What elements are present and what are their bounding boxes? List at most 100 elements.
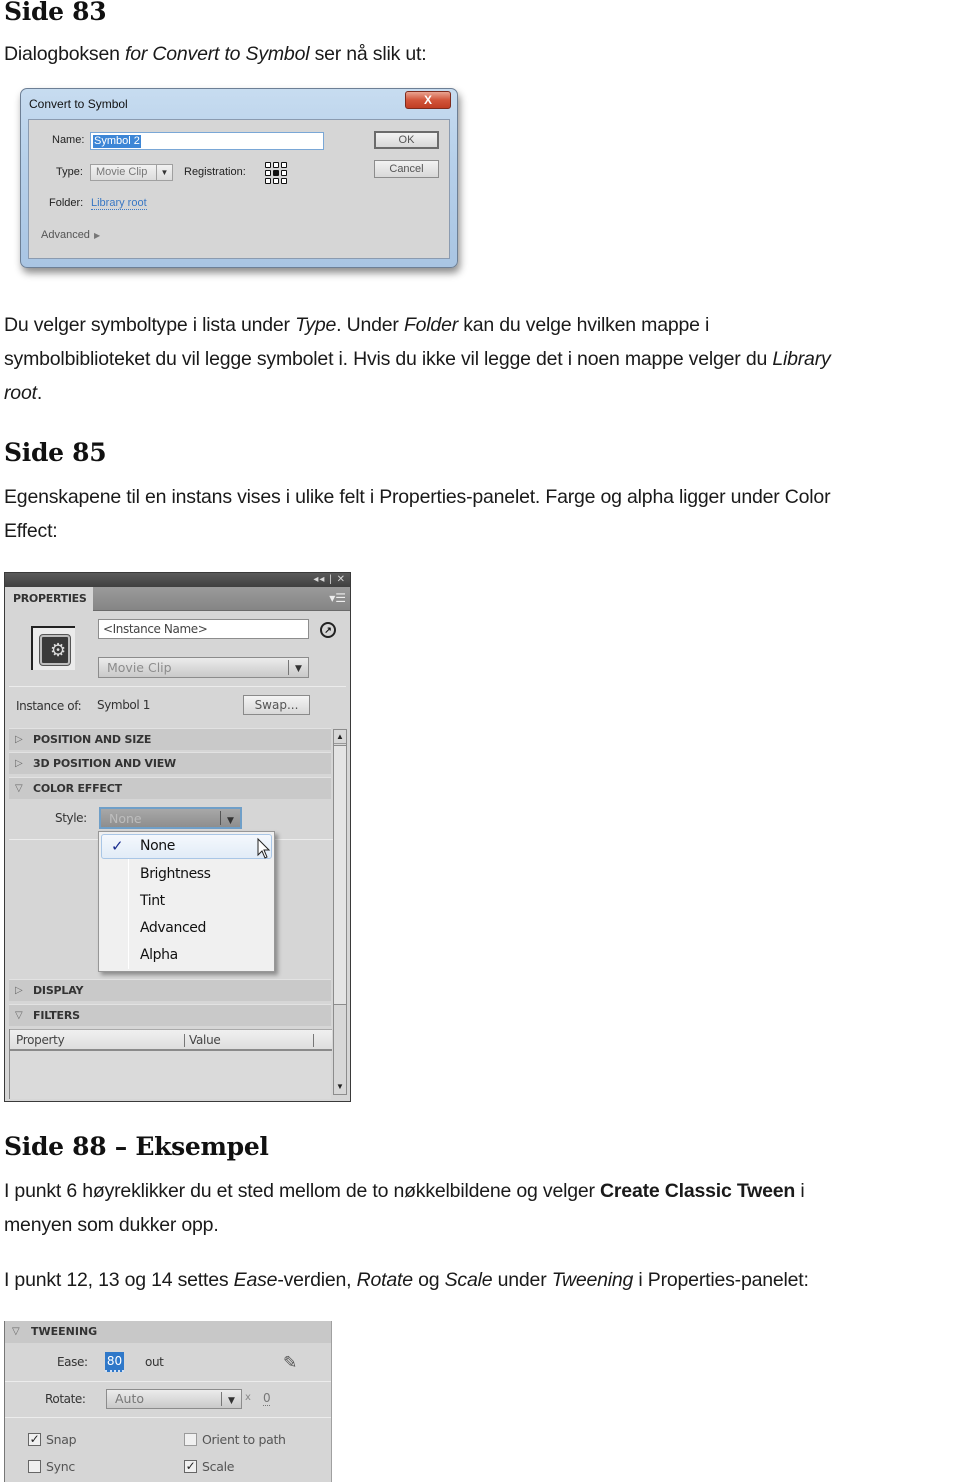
divider [9, 686, 346, 687]
scale-checkbox[interactable]: ✓ Scale [184, 1459, 234, 1474]
close-icon: X [423, 93, 432, 107]
registration-grid[interactable] [265, 162, 287, 184]
name-input[interactable]: Symbol 2 [90, 132, 324, 150]
emphasis: Folder [403, 314, 459, 336]
heading-side-85: Side 85 [4, 438, 107, 467]
text: I punkt 12, 13 og 14 settes [4, 1269, 234, 1291]
type-select[interactable]: Movie Clip ▼ [90, 164, 173, 181]
instance-of-label: Instance of: [16, 699, 82, 713]
text: Du velger symboltype i lista under [4, 314, 296, 336]
emphasis: for Convert to Symbol [124, 43, 310, 65]
swap-button[interactable]: Swap... [243, 695, 310, 715]
registration-point-bottom-left[interactable] [265, 178, 271, 184]
menu-item-label: Tint [140, 893, 165, 909]
advanced-toggle[interactable]: Advanced ▶ [41, 229, 100, 241]
emphasis: Type [295, 314, 337, 336]
registration-point-top-center[interactable] [273, 162, 279, 168]
line: root. [4, 376, 831, 410]
bold-text: Create Classic Tween [600, 1180, 796, 1202]
section-position-and-size[interactable]: ▷ POSITION AND SIZE [9, 728, 331, 750]
close-button[interactable]: X [405, 91, 451, 109]
ok-button[interactable]: OK [374, 131, 439, 149]
checkbox-unchecked-icon [184, 1433, 197, 1446]
section-tweening[interactable]: ▽ TWEENING [5, 1321, 331, 1343]
registration-point-bottom-right[interactable] [281, 178, 287, 184]
column-header-value[interactable]: Value [189, 1030, 221, 1050]
emphasis: Tweening [551, 1269, 634, 1291]
pencil-icon[interactable]: ✎ [283, 1353, 297, 1373]
emphasis: Rotate [356, 1269, 413, 1291]
scroll-up-arrow-icon[interactable]: ▲ [334, 730, 346, 744]
menu-item-brightness[interactable]: Brightness [101, 862, 272, 887]
menu-item-label: Brightness [140, 866, 211, 882]
dialog-body: Name: Symbol 2 Type: Movie Clip ▼ Registr… [28, 119, 450, 259]
section-filters[interactable]: ▽ FILTERS [9, 1004, 331, 1026]
chevron-down-icon: ▼ [221, 1392, 241, 1406]
section-color-effect[interactable]: ▽ COLOR EFFECT [9, 777, 331, 799]
line: Egenskapene til en instans vises i ulike… [4, 486, 831, 508]
type-value: Movie Clip [96, 166, 148, 178]
triangle-right-icon: ▷ [15, 985, 23, 996]
registration-point-bottom-center[interactable] [273, 178, 279, 184]
scroll-down-arrow-icon[interactable]: ▼ [334, 1080, 346, 1094]
column-separator[interactable] [313, 1034, 314, 1047]
style-dropdown-menu: ✓ None Brightness Tint Advanced Alpha [98, 831, 275, 972]
orient-to-path-checkbox[interactable]: Orient to path [184, 1432, 286, 1447]
menu-item-label: None [140, 838, 175, 854]
rotate-select[interactable]: Auto ▼ [106, 1389, 242, 1409]
checkbox-label: Scale [202, 1459, 235, 1474]
tweening-panel: ▽ TWEENING Ease: 80 out ✎ Rotate: Auto ▼ x… [4, 1321, 332, 1482]
menu-item-label: Alpha [140, 947, 178, 963]
registration-point-middle-right[interactable] [281, 170, 287, 176]
panel-tab-row: PROPERTIES ▾☰ [5, 587, 350, 612]
section-label: POSITION AND SIZE [33, 733, 152, 746]
column-header-property[interactable]: Property [16, 1030, 65, 1050]
triangle-down-icon: ▽ [15, 783, 23, 794]
column-separator[interactable] [184, 1034, 185, 1047]
text: -verdien, [277, 1269, 357, 1291]
registration-point-middle-left[interactable] [265, 170, 271, 176]
registration-point-center[interactable] [273, 170, 279, 176]
menu-item-tint[interactable]: Tint [101, 889, 272, 914]
divider [5, 1381, 331, 1382]
vertical-scrollbar[interactable]: ▲ ▼ [333, 729, 347, 1095]
gear-icon: ⚙ [50, 640, 67, 660]
text: under [492, 1269, 552, 1291]
movie-clip-symbol-icon: ⚙ [31, 626, 75, 670]
close-icon[interactable]: ✕ [337, 574, 346, 585]
symbol-type-select[interactable]: Movie Clip ▼ [98, 657, 309, 678]
checkbox-label: Orient to path [202, 1432, 286, 1447]
rotate-count-input[interactable]: 0 [263, 1392, 271, 1406]
triangle-right-icon: ▶ [93, 231, 101, 240]
sync-checkbox[interactable]: Sync [28, 1459, 75, 1474]
mouse-cursor-icon [257, 837, 271, 859]
instance-of-value: Symbol 1 [97, 698, 150, 712]
edit-symbol-link-icon[interactable]: ↗ [320, 622, 336, 638]
style-select[interactable]: None ▼ [99, 807, 242, 829]
collapse-icon[interactable]: ◂◂ [313, 574, 325, 585]
tab-properties[interactable]: PROPERTIES [5, 587, 93, 612]
menu-item-alpha[interactable]: Alpha [101, 943, 272, 968]
menu-item-none[interactable]: ✓ None [101, 834, 272, 859]
folder-link[interactable]: Library root [91, 197, 147, 210]
section-label: COLOR EFFECT [33, 782, 122, 795]
type-label: Type: [56, 166, 83, 178]
ease-value-input[interactable]: 80 [105, 1352, 124, 1372]
section-3d-position-and-view[interactable]: ▷ 3D POSITION AND VIEW [9, 752, 331, 774]
paragraph-side-83: Du velger symboltype i lista under Type.… [4, 308, 831, 410]
name-label: Name: [52, 134, 85, 146]
instance-name-input[interactable]: <Instance Name> [98, 619, 309, 639]
scroll-thumb[interactable] [334, 745, 346, 1005]
section-label: TWEENING [31, 1325, 98, 1338]
section-display[interactable]: ▷ DISPLAY [9, 979, 331, 1001]
text: I punkt 6 høyreklikker du et sted mellom… [4, 1180, 601, 1202]
registration-point-top-right[interactable] [281, 162, 287, 168]
intro-side-83: Dialogboksen for Convert to Symbol ser n… [4, 37, 427, 71]
menu-item-advanced[interactable]: Advanced [101, 916, 272, 941]
snap-checkbox[interactable]: ✓ Snap [28, 1432, 77, 1447]
registration-point-top-left[interactable] [265, 162, 271, 168]
panel-menu-icon[interactable]: ▾☰ [329, 591, 346, 605]
cancel-button[interactable]: Cancel [374, 160, 439, 178]
registration-label: Registration: [184, 166, 246, 178]
paragraph-side-88-1: I punkt 6 høyreklikker du et sted mellom… [4, 1174, 805, 1242]
